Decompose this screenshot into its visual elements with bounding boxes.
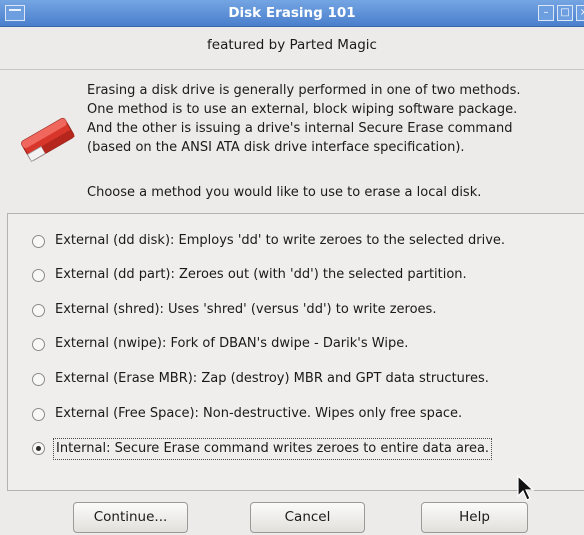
intro-text: Erasing a disk drive is generally perfor… [87, 81, 584, 157]
mouse-pointer-icon [517, 475, 535, 501]
cancel-button[interactable]: Cancel [250, 502, 365, 533]
option-label: External (Free Space): Non-destructive. … [55, 406, 463, 421]
intro-line: And the other is issuing a drive's inter… [87, 121, 513, 136]
option-label: External (shred): Uses 'shred' (versus '… [55, 302, 437, 317]
subtitle: featured by Parted Magic [207, 37, 377, 53]
minimize-icon[interactable]: – [538, 5, 554, 21]
header-divider [0, 69, 584, 70]
radio-button[interactable] [32, 338, 45, 351]
radio-button[interactable] [32, 304, 45, 317]
radio-button-selected[interactable] [32, 442, 45, 455]
option-label: External (dd disk): Employs 'dd' to writ… [55, 233, 506, 248]
option-label: External (dd part): Zeroes out (with 'dd… [55, 267, 467, 282]
continue-button[interactable]: Continue... [73, 502, 188, 533]
help-button[interactable]: Help [421, 502, 528, 533]
radio-button[interactable] [32, 408, 45, 421]
eraser-icon [21, 117, 75, 162]
radio-button[interactable] [32, 269, 45, 282]
window-title: Disk Erasing 101 [228, 5, 356, 21]
option-label: Internal: Secure Erase command writes ze… [53, 438, 493, 460]
option-label: External (Erase MBR): Zap (destroy) MBR … [55, 371, 489, 386]
intro-line: (based on the ANSI ATA disk drive interf… [87, 140, 465, 155]
radio-button[interactable] [32, 373, 45, 386]
intro-line: One method is to use an external, block … [87, 102, 518, 117]
maximize-icon[interactable]: □ [557, 5, 573, 21]
close-icon[interactable]: × [576, 5, 584, 21]
method-options-panel: External (dd disk): Employs 'dd' to writ… [7, 213, 584, 491]
choose-prompt: Choose a method you would like to use to… [87, 185, 482, 200]
radio-button[interactable] [32, 235, 45, 248]
intro-line: Erasing a disk drive is generally perfor… [87, 83, 521, 98]
option-label: External (nwipe): Fork of DBAN's dwipe -… [55, 336, 409, 351]
title-bar[interactable]: Disk Erasing 101 – □ × [0, 0, 584, 27]
